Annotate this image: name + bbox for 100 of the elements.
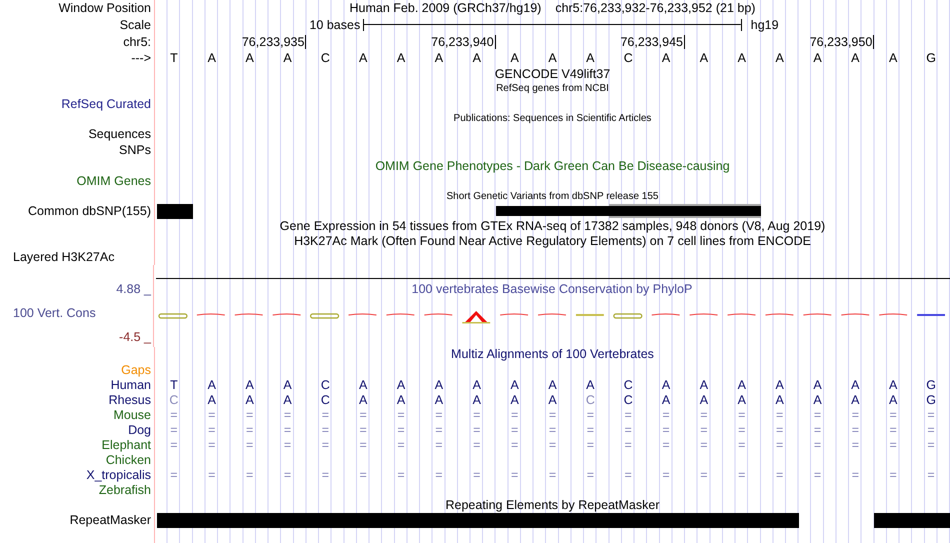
- aligned-base: =: [586, 468, 594, 482]
- aligned-base: =: [284, 468, 292, 482]
- base-letter: A: [434, 51, 444, 65]
- aligned-base: A: [208, 393, 216, 407]
- aligned-base: =: [662, 408, 670, 422]
- aligned-base: A: [245, 393, 254, 407]
- aligned-base: =: [927, 438, 935, 452]
- aligned-base: =: [284, 408, 292, 422]
- track-label[interactable]: Scale: [120, 18, 151, 32]
- aligned-base: A: [889, 378, 898, 392]
- track-label[interactable]: Human: [110, 378, 151, 392]
- aligned-base: =: [890, 408, 897, 422]
- aligned-base: A: [548, 378, 557, 392]
- track-label[interactable]: Elephant: [102, 438, 151, 452]
- track-label[interactable]: RefSeq Curated: [61, 96, 151, 110]
- aligned-base: A: [434, 378, 444, 392]
- aligned-base: =: [510, 408, 518, 422]
- aligned-base: A: [813, 378, 822, 392]
- aligned-base: =: [170, 468, 178, 482]
- aligned-base: C: [320, 393, 330, 407]
- aligned-base: A: [586, 378, 595, 392]
- aligned-base: =: [662, 468, 670, 482]
- aligned-base: A: [662, 378, 670, 392]
- track-label[interactable]: RepeatMasker: [70, 513, 151, 527]
- base-letter: C: [624, 51, 633, 65]
- track-label[interactable]: SNPs: [119, 143, 151, 157]
- track-label[interactable]: Layered H3K27Ac: [13, 250, 114, 264]
- aligned-base: A: [813, 393, 822, 407]
- track-label[interactable]: OMIM Genes: [76, 174, 151, 188]
- aligned-base: =: [170, 408, 178, 422]
- aligned-base: =: [814, 438, 822, 452]
- aligned-base: =: [624, 438, 632, 452]
- aligned-base: =: [814, 423, 822, 437]
- aligned-base: =: [284, 438, 292, 452]
- aligned-base: C: [624, 378, 633, 392]
- aligned-base: A: [472, 393, 481, 407]
- aligned-base: A: [775, 393, 784, 407]
- track-label[interactable]: Window Position: [58, 1, 151, 15]
- aligned-base: C: [586, 393, 595, 407]
- track-label[interactable]: Mouse: [113, 408, 151, 422]
- variant-bar[interactable]: [157, 204, 193, 218]
- aligned-base: C: [624, 393, 633, 407]
- base-letter: A: [586, 51, 595, 65]
- aligned-base: A: [775, 378, 784, 392]
- track-label[interactable]: Dog: [128, 423, 151, 437]
- assembly-title: Human Feb. 2009 (GRCh37/hg19): [350, 1, 542, 15]
- track-label[interactable]: Common dbSNP(155): [28, 204, 151, 218]
- aligned-base: =: [435, 423, 443, 437]
- track-label[interactable]: X_tropicalis: [86, 468, 151, 482]
- track-label[interactable]: chr5:: [123, 34, 151, 48]
- aligned-base: =: [738, 438, 746, 452]
- aligned-base: =: [435, 408, 443, 422]
- track-title: Short Genetic Variants from dbSNP release 155: [446, 190, 658, 202]
- aligned-base: =: [814, 408, 822, 422]
- base-letter: A: [510, 51, 519, 65]
- aligned-base: A: [396, 378, 406, 392]
- base-letter: A: [775, 51, 784, 65]
- track-title: Gene Expression in 54 tissues from GTEx RNA-seq of 17382 samples, 948 donors (V8, Aug 2019): [280, 219, 826, 233]
- aligned-base: =: [246, 408, 254, 422]
- track-label[interactable]: Rhesus: [108, 393, 151, 407]
- aligned-base: =: [852, 408, 859, 422]
- variant-bar[interactable]: [609, 204, 761, 218]
- aligned-base: =: [586, 423, 594, 437]
- aligned-base: A: [889, 393, 898, 407]
- base-letter: A: [662, 51, 670, 65]
- aligned-base: =: [738, 423, 746, 437]
- aligned-base: =: [700, 423, 708, 437]
- track-label[interactable]: Chicken: [106, 453, 151, 467]
- aligned-base: =: [662, 423, 670, 437]
- aligned-base: =: [510, 438, 518, 452]
- base-letter: A: [700, 51, 708, 65]
- aligned-base: =: [852, 438, 859, 452]
- aligned-base: =: [360, 438, 367, 452]
- aligned-base: =: [208, 423, 216, 437]
- track-label[interactable]: --->: [131, 51, 151, 65]
- aligned-base: =: [700, 438, 708, 452]
- aligned-base: =: [776, 438, 784, 452]
- base-letter: A: [472, 51, 481, 65]
- aligned-base: =: [548, 408, 556, 422]
- aligned-base: A: [283, 378, 292, 392]
- base-letter: A: [548, 51, 557, 65]
- track-label[interactable]: 100 Vert. Cons: [0, 306, 153, 320]
- aligned-base: =: [284, 423, 292, 437]
- aligned-base: A: [738, 393, 746, 407]
- aligned-base: =: [776, 423, 784, 437]
- base-letter: T: [170, 51, 178, 65]
- aligned-base: A: [738, 378, 746, 392]
- base-letter: A: [851, 51, 860, 65]
- track-label[interactable]: Sequences: [88, 127, 151, 141]
- aligned-base: =: [510, 423, 518, 437]
- aligned-base: A: [396, 393, 406, 407]
- aligned-base: =: [927, 423, 935, 437]
- track-label[interactable]: Zebrafish: [98, 483, 151, 497]
- repeat-bar[interactable]: [157, 512, 799, 528]
- assembly-name: hg19: [750, 18, 779, 32]
- repeat-bar[interactable]: [874, 512, 950, 528]
- aligned-base: =: [776, 408, 784, 422]
- aligned-base: =: [662, 438, 670, 452]
- aligned-base: =: [624, 468, 632, 482]
- coordinate-tick: 76,233,945: [620, 34, 685, 48]
